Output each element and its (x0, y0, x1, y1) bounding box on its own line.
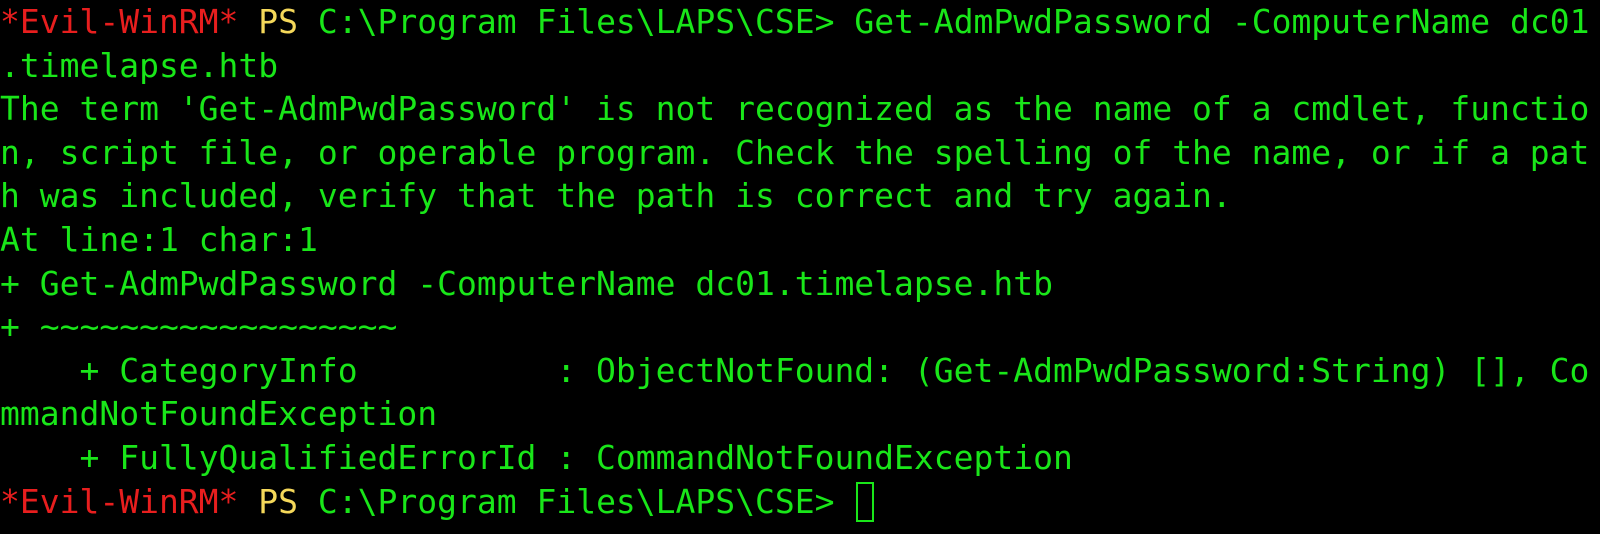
error-echo-line: + Get-AdmPwdPassword -ComputerName dc01.… (0, 263, 1053, 303)
error-category-info: + CategoryInfo : ObjectNotFound: (Get-Ad… (0, 350, 1590, 390)
active-prompt-tag: *Evil-WinRM* (0, 481, 239, 521)
error-message-line-2: n, script file, or operable program. Che… (0, 132, 1590, 172)
error-underline: + ~~~~~~~~~~~~~~~~~~ (0, 307, 398, 347)
active-prompt-line[interactable]: *Evil-WinRM* PS C:\Program Files\LAPS\CS… (0, 480, 1600, 524)
error-category-wrap: mmandNotFoundException (0, 394, 438, 434)
command-text: Get-AdmPwdPassword -ComputerName dc01 (834, 2, 1590, 41)
command-wrap: .timelapse.htb (0, 45, 279, 85)
error-fully-qualified-id: + FullyQualifiedErrorId : CommandNotFoun… (0, 437, 1073, 477)
active-prompt-ps: PS (258, 481, 299, 521)
prompt-path: C:\Program Files\LAPS\CSE> (317, 2, 835, 41)
error-message-line-1: The term 'Get-AdmPwdPassword' is not rec… (0, 89, 1590, 129)
active-prompt-path: C:\Program Files\LAPS\CSE> (317, 481, 835, 521)
error-location: At line:1 char:1 (0, 219, 318, 259)
block-cursor-icon[interactable] (856, 481, 875, 522)
error-message-line-3: h was included, verify that the path is … (0, 176, 1232, 216)
terminal-window[interactable]: *Evil-WinRM* PS C:\Program Files\LAPS\CS… (0, 0, 1600, 534)
prompt-tag: *Evil-WinRM* (0, 2, 239, 41)
command-line: *Evil-WinRM* PS C:\Program Files\LAPS\CS… (0, 0, 1600, 44)
prompt-ps: PS (258, 2, 299, 41)
